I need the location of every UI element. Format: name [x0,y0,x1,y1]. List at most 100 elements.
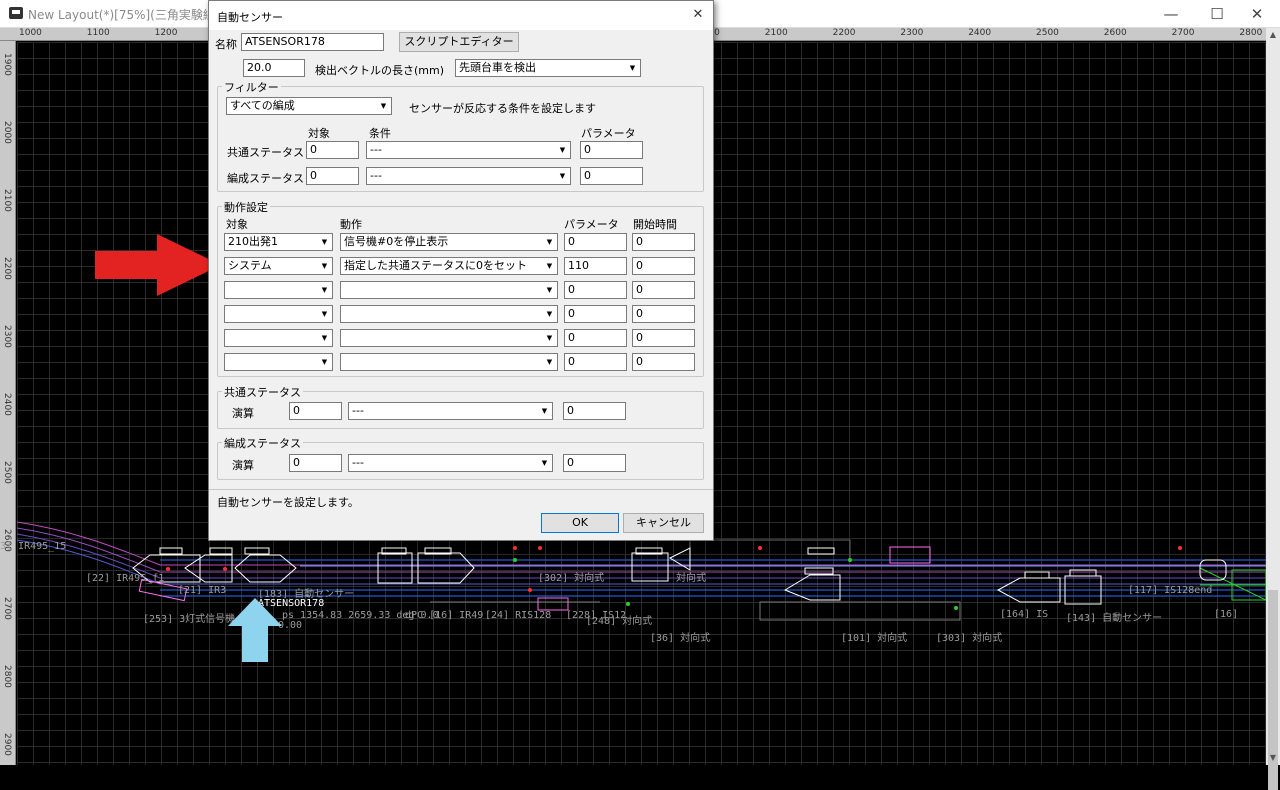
train-status-group-title: 編成ステータス [222,435,303,451]
train-status-parameter-input[interactable]: 0 [580,167,643,185]
name-input[interactable]: ATSENSOR178 [241,33,384,51]
layout-label: [101] 対向式 [841,633,908,644]
layout-label: [16] [1214,609,1239,620]
red-arrow-annotation [95,234,221,296]
filter-description: センサーが反応する条件を設定します [409,102,596,115]
layout-label: [36] 対向式 [650,633,711,644]
action-type-select[interactable]: ▼ [340,281,558,299]
action-settings-title: 動作設定 [222,199,270,215]
action-type-select[interactable]: 信号機#0を停止表示 ▼ [340,233,558,251]
common-status-value2-input[interactable]: 0 [563,402,626,420]
ok-button[interactable]: OK [541,513,619,533]
chevron-down-icon: ▼ [321,238,328,246]
operator-value: --- [352,456,364,469]
vertical-scrollbar[interactable]: ▲ ▼ [1266,28,1280,790]
filter-col-target: 対象 [308,127,330,140]
layout-label: [22] IR495_f1 [86,573,165,584]
action-parameter-input[interactable]: 110 [564,257,627,275]
dialog-divider [209,489,713,490]
action-parameter-input[interactable]: 0 [564,305,627,323]
dialog-title: 自動センサー [217,11,283,24]
layout-label: [24] RIS128 [485,610,552,621]
action-type-value: 信号機#0を停止表示 [344,235,449,248]
action-target-select[interactable]: ▼ [224,281,333,299]
dialog-close-icon[interactable]: ✕ [687,4,709,26]
train-status-value2-input[interactable]: 0 [563,454,626,472]
common-status-target-input[interactable]: 0 [306,141,359,159]
layout-label: 3] IR495_15 [0,541,67,552]
layout-label: [253] 3灯式信号機 [143,614,236,625]
action-parameter-input[interactable]: 0 [564,281,627,299]
action-target-select[interactable]: ▼ [224,353,333,371]
filter-col-parameter: パラメータ [581,127,636,140]
layout-label: [164] IS [1000,609,1049,620]
layout-label: 対向式 [676,573,706,584]
scroll-up-icon[interactable]: ▲ [1266,28,1280,42]
action-start-time-input[interactable]: 0 [632,281,695,299]
train-status-target-input[interactable]: 0 [306,167,359,185]
action-target-select[interactable]: システム ▼ [224,257,333,275]
action-target-value: 210出発1 [228,235,278,248]
scroll-down-icon[interactable]: ▼ [1266,751,1280,765]
train-filter-select[interactable]: すべての編成 ▼ [226,97,392,115]
action-parameter-input[interactable]: 0 [564,233,627,251]
action-type-select[interactable]: ▼ [340,353,558,371]
train-status-value1-input[interactable]: 0 [289,454,342,472]
action-type-value: 指定した共通ステータスに0をセット [344,259,527,272]
script-editor-button[interactable]: スクリプトエディター [399,32,519,52]
common-status-condition-select[interactable]: --- ▼ [366,141,571,159]
condition-value: --- [370,169,382,182]
action-type-select[interactable]: 指定した共通ステータスに0をセット ▼ [340,257,558,275]
chevron-down-icon: ▼ [546,262,553,270]
filter-col-condition: 条件 [369,127,391,140]
vector-length-input[interactable]: 20.0 [243,59,305,77]
common-status-parameter-input[interactable]: 0 [580,141,643,159]
train-status-condition-select[interactable]: --- ▼ [366,167,571,185]
chevron-down-icon: ▼ [546,238,553,246]
action-start-time-input[interactable]: 0 [632,233,695,251]
action-parameter-input[interactable]: 0 [564,329,627,347]
action-type-select[interactable]: ▼ [340,305,558,323]
chevron-down-icon: ▼ [546,286,553,294]
vector-length-label: 検出ベクトルの長さ(mm) [315,64,445,77]
chevron-down-icon: ▼ [321,262,328,270]
action-col-action: 動作 [340,218,362,231]
chevron-down-icon: ▼ [321,358,328,366]
train-filter-value: すべての編成 [230,99,295,112]
chevron-down-icon: ▼ [546,334,553,342]
detect-mode-select[interactable]: 先頭台車を検出 ▼ [455,59,641,77]
action-type-select[interactable]: ▼ [340,329,558,347]
chevron-down-icon: ▼ [321,334,328,342]
action-start-time-input[interactable]: 0 [632,257,695,275]
action-start-time-input[interactable]: 0 [632,329,695,347]
action-target-value: システム [228,259,272,272]
action-target-select[interactable]: ▼ [224,329,333,347]
cancel-button[interactable]: キャンセル [623,513,704,533]
common-status-value1-input[interactable]: 0 [289,402,342,420]
chevron-down-icon: ▼ [541,459,548,467]
common-status-group-title: 共通ステータス [222,384,303,400]
auto-sensor-dialog: 自動センサー ✕ 名称 ATSENSOR178 スクリプトエディター 20.0 … [208,0,714,541]
detect-mode-value: 先頭台車を検出 [459,61,536,74]
action-start-time-input[interactable]: 0 [632,305,695,323]
layout-label: [302] 対向式 [538,573,605,584]
train-status-filter-label: 編成ステータス [227,172,304,185]
action-target-select[interactable]: 210出発1 ▼ [224,233,333,251]
chevron-down-icon: ▼ [546,310,553,318]
train-status-operator-select[interactable]: --- ▼ [348,454,553,472]
action-target-select[interactable]: ▼ [224,305,333,323]
common-status-operator-select[interactable]: --- ▼ [348,402,553,420]
layout-label: [248] 対向式 [586,616,653,627]
chevron-down-icon: ▼ [629,64,636,72]
chevron-down-icon: ▼ [559,146,566,154]
chevron-down-icon: ▼ [380,102,387,110]
name-label: 名称 [215,38,237,51]
action-start-time-input[interactable]: 0 [632,353,695,371]
train-status-op-label: 演算 [232,459,254,472]
chevron-down-icon: ▼ [321,286,328,294]
action-parameter-input[interactable]: 0 [564,353,627,371]
lightblue-arrow-annotation [228,598,282,662]
common-status-filter-label: 共通ステータス [227,146,304,159]
action-col-parameter: パラメータ [564,218,619,231]
chevron-down-icon: ▼ [546,358,553,366]
